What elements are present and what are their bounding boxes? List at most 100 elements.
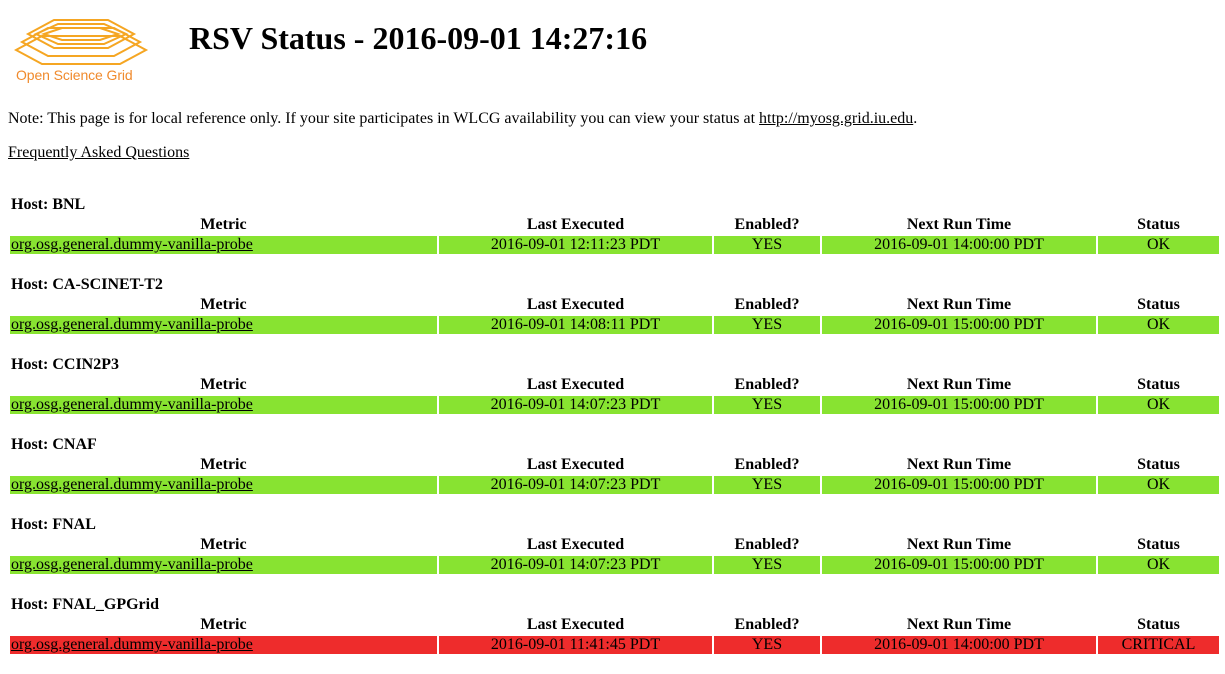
- metrics-table: Metric Last Executed Enabled? Next Run T…: [8, 214, 1221, 256]
- next-run-cell: 2016-09-01 15:00:00 PDT: [822, 556, 1096, 574]
- page-title: RSV Status - 2016-09-01 14:27:16: [189, 20, 648, 56]
- column-header-next-run: Next Run Time: [906, 216, 1012, 233]
- column-header-status: Status: [1137, 296, 1180, 313]
- next-run-cell: 2016-09-01 15:00:00 PDT: [822, 476, 1096, 494]
- table-header-row: Metric Last Executed Enabled? Next Run T…: [10, 216, 1219, 234]
- host-section: Host: CCIN2P3 Metric Last Executed Enabl…: [8, 354, 1219, 434]
- column-header-next-run: Next Run Time: [906, 616, 1012, 633]
- myosg-link[interactable]: http://myosg.grid.iu.edu: [759, 110, 913, 127]
- column-header-status: Status: [1137, 536, 1180, 553]
- column-header-status: Status: [1137, 456, 1180, 473]
- table-header-row: Metric Last Executed Enabled? Next Run T…: [10, 616, 1219, 634]
- table-row: org.osg.general.dummy-vanilla-probe 2016…: [10, 556, 1219, 574]
- last-executed-cell: 2016-09-01 14:07:23 PDT: [439, 396, 712, 414]
- metrics-table: Metric Last Executed Enabled? Next Run T…: [8, 454, 1221, 496]
- faq-paragraph: Frequently Asked Questions: [8, 144, 189, 162]
- metric-link[interactable]: org.osg.general.dummy-vanilla-probe: [11, 636, 253, 653]
- column-header-metric: Metric: [200, 296, 247, 313]
- metric-link[interactable]: org.osg.general.dummy-vanilla-probe: [11, 556, 253, 573]
- status-cell: OK: [1098, 396, 1219, 414]
- status-cell: OK: [1098, 236, 1219, 254]
- column-header-status: Status: [1137, 616, 1180, 633]
- status-cell: CRITICAL: [1098, 636, 1219, 654]
- metrics-table: Metric Last Executed Enabled? Next Run T…: [8, 294, 1221, 336]
- metric-link[interactable]: org.osg.general.dummy-vanilla-probe: [11, 236, 253, 253]
- table-row: org.osg.general.dummy-vanilla-probe 2016…: [10, 316, 1219, 334]
- host-title: Host: BNL: [11, 196, 86, 213]
- last-executed-cell: 2016-09-01 12:11:23 PDT: [439, 236, 712, 254]
- column-header-next-run: Next Run Time: [906, 536, 1012, 553]
- osg-logo-icon: [14, 19, 149, 65]
- metric-cell: org.osg.general.dummy-vanilla-probe: [10, 316, 437, 334]
- host-list: Host: BNL Metric Last Executed Enabled? …: [8, 194, 1219, 674]
- metric-cell: org.osg.general.dummy-vanilla-probe: [10, 236, 437, 254]
- column-header-last-executed: Last Executed: [526, 376, 625, 393]
- last-executed-cell: 2016-09-01 14:07:23 PDT: [439, 476, 712, 494]
- table-row: org.osg.general.dummy-vanilla-probe 2016…: [10, 396, 1219, 414]
- table-row: org.osg.general.dummy-vanilla-probe 2016…: [10, 636, 1219, 654]
- column-header-last-executed: Last Executed: [526, 536, 625, 553]
- column-header-last-executed: Last Executed: [526, 456, 625, 473]
- enabled-cell: YES: [714, 316, 820, 334]
- column-header-metric: Metric: [200, 216, 247, 233]
- column-header-metric: Metric: [200, 536, 247, 553]
- column-header-enabled: Enabled?: [734, 456, 800, 473]
- column-header-metric: Metric: [200, 616, 247, 633]
- column-header-next-run: Next Run Time: [906, 376, 1012, 393]
- host-title: Host: CNAF: [11, 436, 97, 453]
- enabled-cell: YES: [714, 556, 820, 574]
- next-run-cell: 2016-09-01 15:00:00 PDT: [822, 396, 1096, 414]
- host-section: Host: FNAL Metric Last Executed Enabled?…: [8, 514, 1219, 594]
- column-header-enabled: Enabled?: [734, 616, 800, 633]
- last-executed-cell: 2016-09-01 14:07:23 PDT: [439, 556, 712, 574]
- host-section: Host: FNAL_GPGrid Metric Last Executed E…: [8, 594, 1219, 674]
- column-header-status: Status: [1137, 376, 1180, 393]
- column-header-last-executed: Last Executed: [526, 616, 625, 633]
- host-title: Host: FNAL_GPGrid: [11, 596, 159, 613]
- metrics-table: Metric Last Executed Enabled? Next Run T…: [8, 534, 1221, 576]
- column-header-enabled: Enabled?: [734, 536, 800, 553]
- enabled-cell: YES: [714, 396, 820, 414]
- metric-cell: org.osg.general.dummy-vanilla-probe: [10, 636, 437, 654]
- table-header-row: Metric Last Executed Enabled? Next Run T…: [10, 296, 1219, 314]
- column-header-next-run: Next Run Time: [906, 456, 1012, 473]
- metric-link[interactable]: org.osg.general.dummy-vanilla-probe: [11, 396, 253, 413]
- column-header-status: Status: [1137, 216, 1180, 233]
- next-run-cell: 2016-09-01 15:00:00 PDT: [822, 316, 1096, 334]
- osg-logo: Open Science Grid: [14, 14, 150, 86]
- enabled-cell: YES: [714, 636, 820, 654]
- last-executed-cell: 2016-09-01 11:41:45 PDT: [439, 636, 712, 654]
- column-header-last-executed: Last Executed: [526, 216, 625, 233]
- table-header-row: Metric Last Executed Enabled? Next Run T…: [10, 456, 1219, 474]
- column-header-enabled: Enabled?: [734, 296, 800, 313]
- table-header-row: Metric Last Executed Enabled? Next Run T…: [10, 376, 1219, 394]
- metric-cell: org.osg.general.dummy-vanilla-probe: [10, 396, 437, 414]
- faq-link[interactable]: Frequently Asked Questions: [8, 144, 189, 161]
- status-cell: OK: [1098, 556, 1219, 574]
- logo-text: Open Science Grid: [16, 67, 133, 83]
- enabled-cell: YES: [714, 476, 820, 494]
- host-title: Host: CCIN2P3: [11, 356, 119, 373]
- note-prefix: Note: This page is for local reference o…: [8, 110, 760, 127]
- column-header-next-run: Next Run Time: [906, 296, 1012, 313]
- table-row: org.osg.general.dummy-vanilla-probe 2016…: [10, 236, 1219, 254]
- column-header-last-executed: Last Executed: [526, 296, 625, 313]
- next-run-cell: 2016-09-01 14:00:00 PDT: [822, 636, 1096, 654]
- column-header-enabled: Enabled?: [734, 376, 800, 393]
- page-header: Open Science Grid RSV Status - 2016-09-0…: [0, 0, 1225, 100]
- host-title: Host: FNAL: [11, 516, 96, 533]
- next-run-cell: 2016-09-01 14:00:00 PDT: [822, 236, 1096, 254]
- metric-link[interactable]: org.osg.general.dummy-vanilla-probe: [11, 476, 253, 493]
- metric-link[interactable]: org.osg.general.dummy-vanilla-probe: [11, 316, 253, 333]
- status-cell: OK: [1098, 316, 1219, 334]
- enabled-cell: YES: [714, 236, 820, 254]
- host-section: Host: CNAF Metric Last Executed Enabled?…: [8, 434, 1219, 514]
- metric-cell: org.osg.general.dummy-vanilla-probe: [10, 556, 437, 574]
- note-suffix: .: [913, 110, 918, 127]
- metrics-table: Metric Last Executed Enabled? Next Run T…: [8, 614, 1221, 656]
- metric-cell: org.osg.general.dummy-vanilla-probe: [10, 476, 437, 494]
- host-section: Host: BNL Metric Last Executed Enabled? …: [8, 194, 1219, 274]
- host-section: Host: CA-SCINET-T2 Metric Last Executed …: [8, 274, 1219, 354]
- metrics-table: Metric Last Executed Enabled? Next Run T…: [8, 374, 1221, 416]
- column-header-enabled: Enabled?: [734, 216, 800, 233]
